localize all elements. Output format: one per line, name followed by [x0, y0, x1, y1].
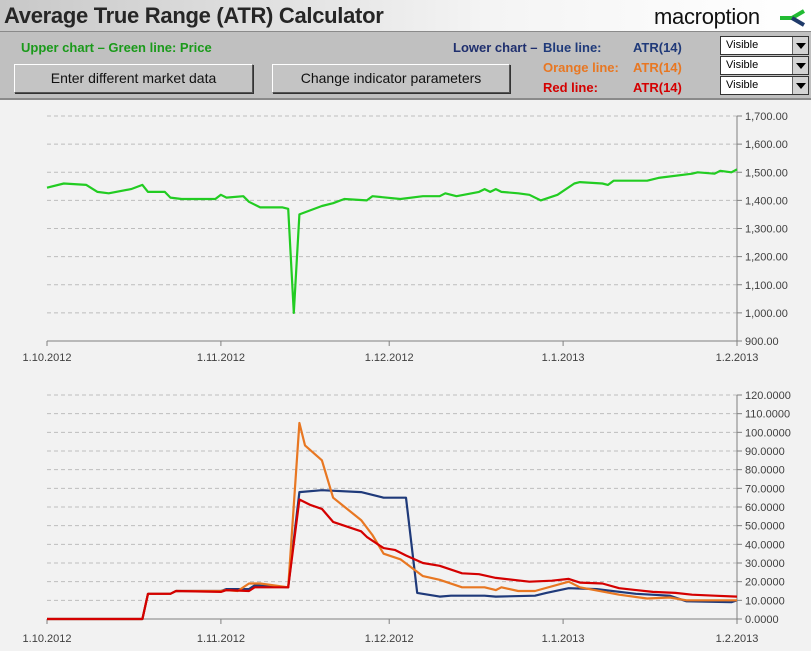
chevron-down-icon[interactable]: [792, 37, 808, 54]
y-tick-label: 70.0000: [745, 483, 785, 495]
y-tick-label: 1,100.00: [745, 280, 788, 292]
blue-line-label: Blue line:: [543, 40, 602, 55]
y-tick-label: 1,500.00: [745, 167, 788, 179]
title-bar: Average True Range (ATR) Calculator macr…: [0, 0, 811, 32]
y-tick-label: 1,200.00: [745, 252, 788, 264]
x-tick-label: 1.12.2012: [365, 352, 414, 364]
select-value: Visible: [726, 39, 759, 51]
orange-line-visibility-select[interactable]: Visible: [720, 56, 809, 75]
series-line-2: [47, 498, 738, 621]
charts-area: 900.00 1,000.00 1,100.00 1,200.00 1,300.00 1,…: [23, 111, 791, 645]
y-tick-label: 1,000.00: [745, 308, 788, 320]
y-tick-label: 80.0000: [745, 465, 785, 477]
x-tick-label: 1.2.2013: [716, 352, 759, 364]
blue-line-visibility-select[interactable]: Visible: [720, 36, 809, 55]
page-title: Average True Range (ATR) Calculator: [4, 3, 384, 28]
y-tick-label: 20.0000: [745, 577, 785, 589]
blue-line-indicator: ATR(14): [633, 40, 682, 55]
series-line-0: [46, 168, 738, 314]
y-tick-label: 60.0000: [745, 502, 785, 514]
y-tick-label: 1,600.00: [745, 139, 788, 151]
upper-chart-legend: Upper chart – Green line: Price: [21, 40, 212, 55]
atr-chart: 0.0000 10.0000 20.0000 30.0000 40.0000 50.000…: [23, 390, 791, 645]
x-tick-label: 1.1.2013: [542, 633, 585, 645]
x-tick-label: 1.12.2012: [365, 633, 414, 645]
y-tick-label: 120.0000: [745, 390, 791, 402]
y-tick-label: 110.0000: [745, 409, 790, 421]
orange-line-indicator: ATR(14): [633, 60, 682, 75]
y-tick-label: 900.00: [745, 336, 779, 348]
x-tick-label: 1.1.2013: [542, 352, 585, 364]
y-tick-label: 100.0000: [745, 427, 791, 439]
x-tick-label: 1.2.2013: [716, 633, 759, 645]
y-tick-label: 1,300.00: [745, 224, 788, 236]
y-tick-label: 10.0000: [745, 595, 785, 607]
y-tick-label: 50.0000: [745, 521, 785, 533]
select-value: Visible: [726, 79, 759, 91]
chevron-down-icon[interactable]: [792, 77, 808, 94]
price-chart: 900.00 1,000.00 1,100.00 1,200.00 1,300.00 1,…: [23, 111, 788, 364]
red-line-indicator: ATR(14): [633, 80, 682, 95]
x-tick-label: 1.10.2012: [23, 352, 72, 364]
y-tick-label: 90.0000: [745, 446, 785, 458]
red-line-visibility-select[interactable]: Visible: [720, 76, 809, 95]
logo-arrow-icon: [780, 9, 806, 27]
control-panel: Upper chart – Green line: Price Enter di…: [0, 32, 811, 100]
orange-line-label: Orange line:: [543, 60, 619, 75]
chevron-down-icon[interactable]: [792, 57, 808, 74]
y-tick-label: 30.0000: [745, 558, 785, 570]
x-tick-label: 1.11.2012: [197, 352, 245, 364]
x-tick-label: 1.11.2012: [197, 633, 245, 645]
y-tick-label: 40.0000: [745, 539, 785, 551]
lower-chart-label: Lower chart –: [453, 40, 538, 55]
logo: macroption: [654, 4, 806, 30]
y-tick-label: 1,700.00: [745, 111, 788, 123]
x-tick-label: 1.10.2012: [23, 633, 72, 645]
select-value: Visible: [726, 59, 759, 71]
change-parameters-button[interactable]: Change indicator parameters: [272, 64, 510, 93]
series-line-0: [47, 489, 738, 621]
y-tick-label: 1,400.00: [745, 195, 788, 207]
enter-market-data-button[interactable]: Enter different market data: [14, 64, 253, 93]
y-tick-label: 0.0000: [745, 614, 779, 626]
red-line-label: Red line:: [543, 80, 598, 95]
logo-text: macroption: [654, 4, 760, 29]
